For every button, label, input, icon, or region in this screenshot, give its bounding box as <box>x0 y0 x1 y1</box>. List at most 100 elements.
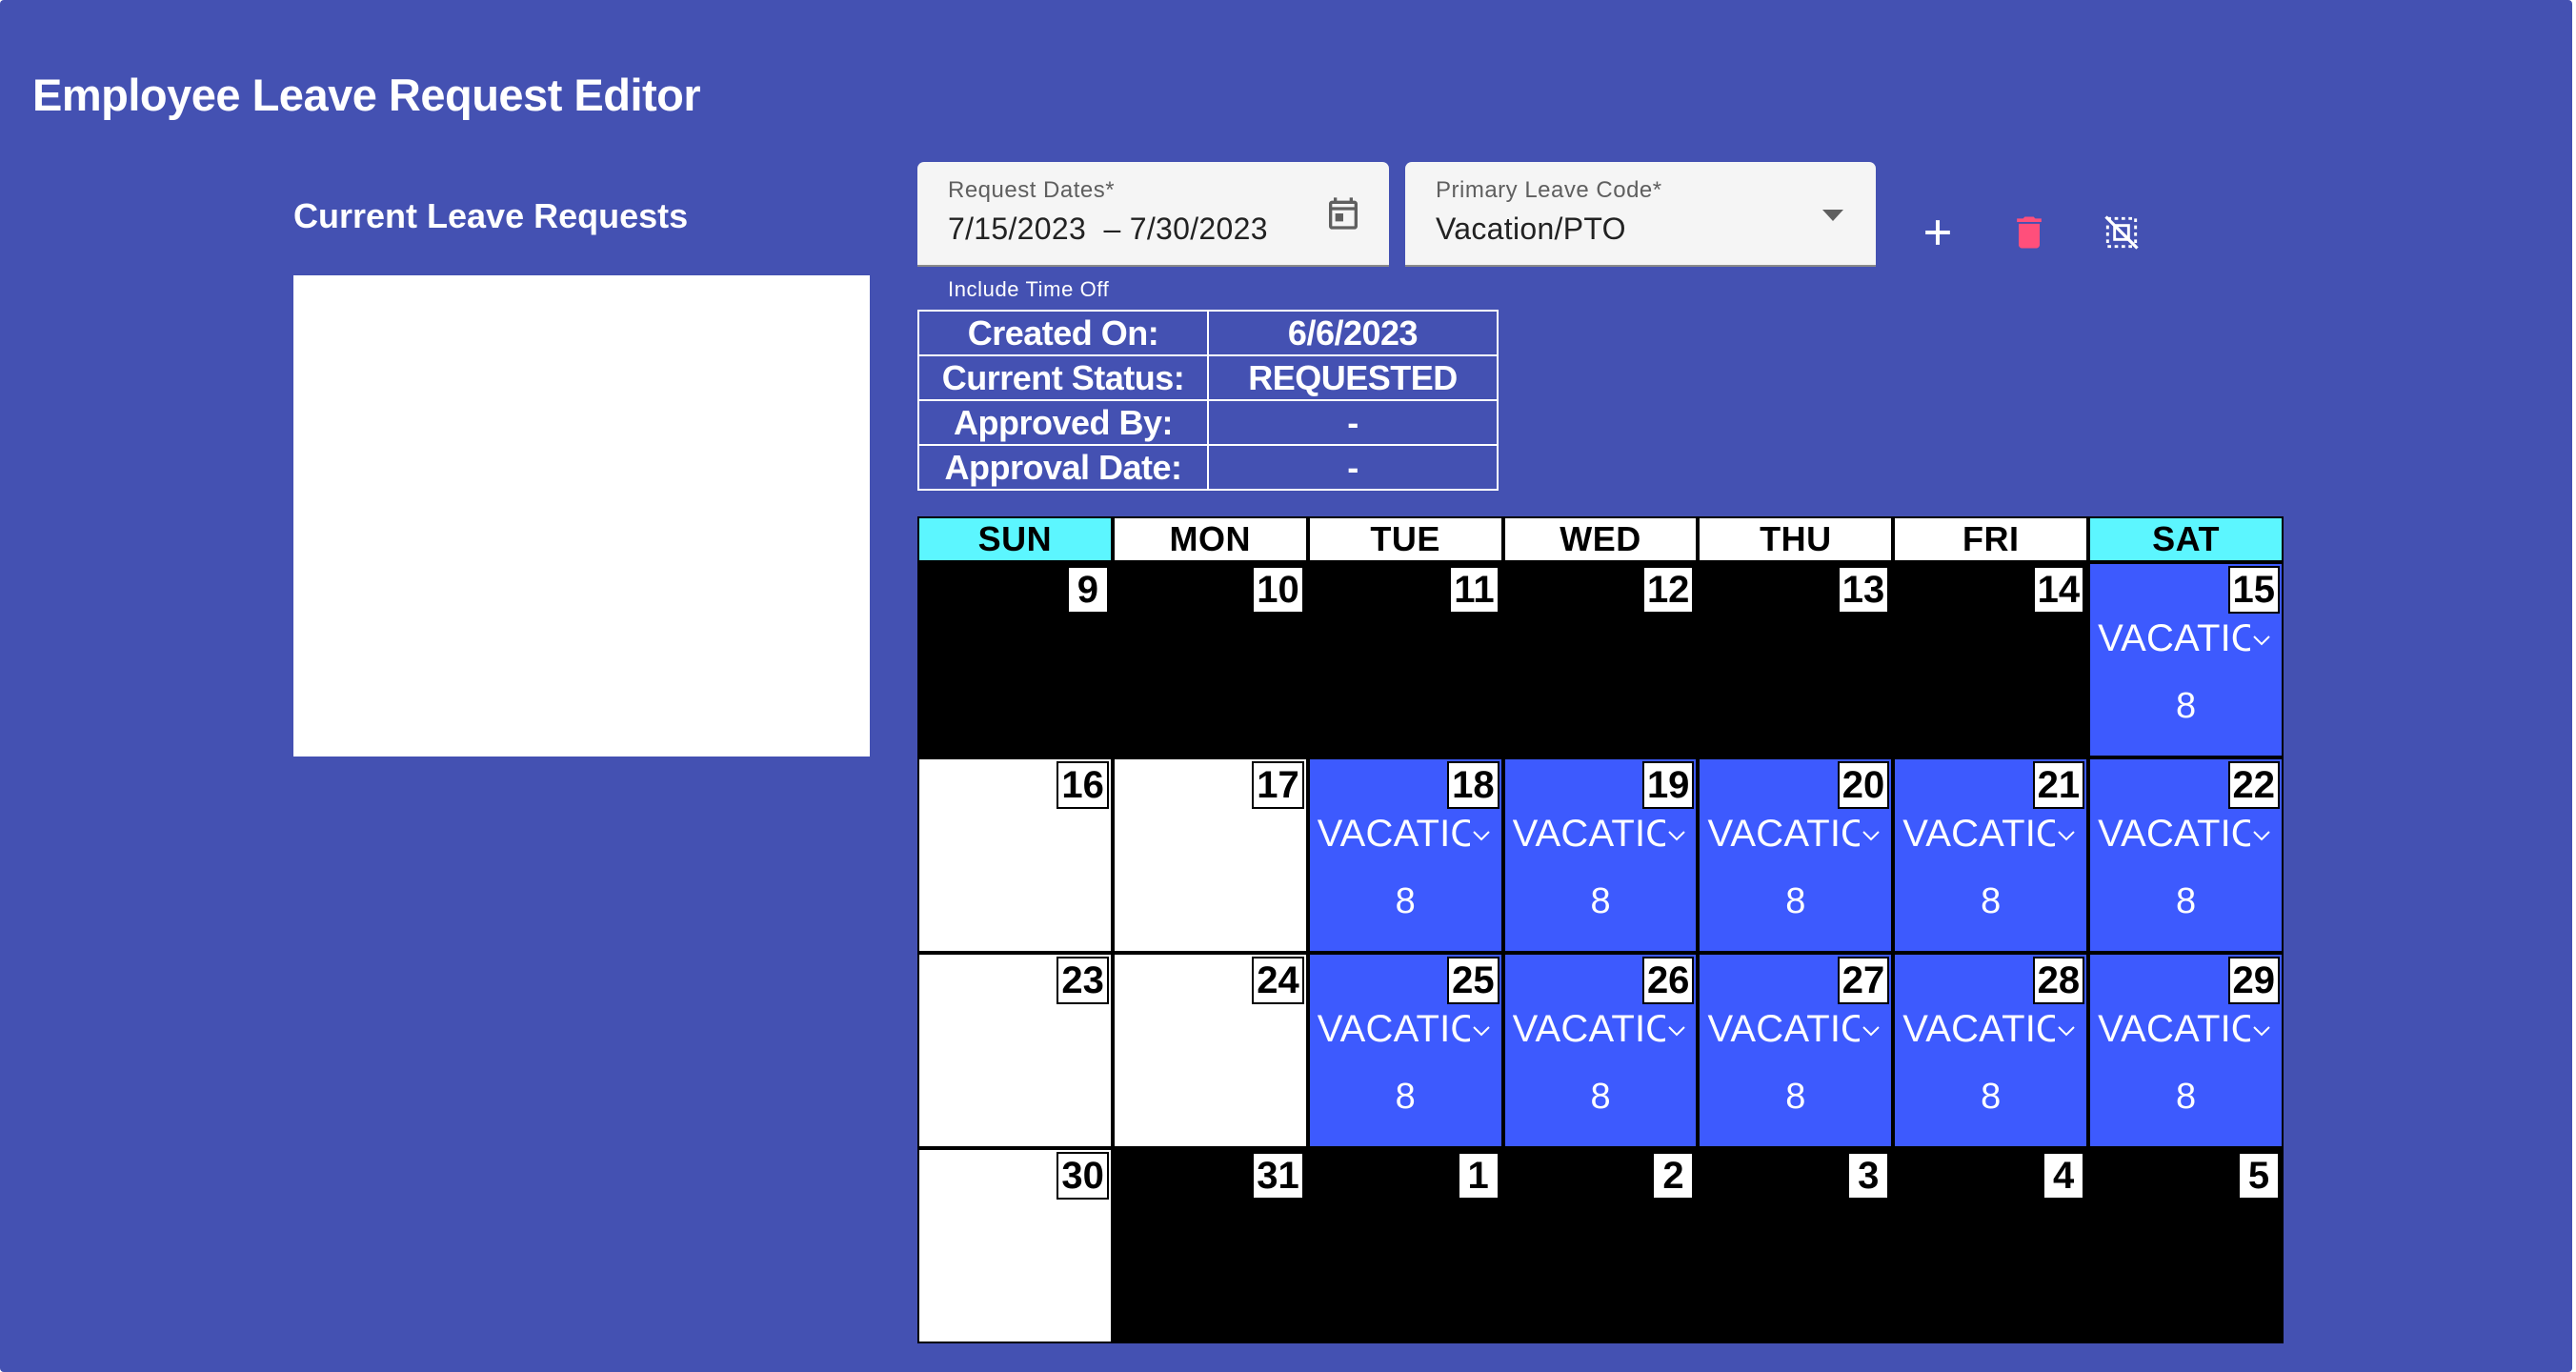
chevron-down-icon <box>1473 1026 1490 1037</box>
request-info-table: Created On: 6/6/2023 Current Status: REQ… <box>917 310 1499 491</box>
day-number: 11 <box>1449 566 1499 614</box>
leave-code-dropdown[interactable]: VACATION/PTO <box>1513 813 1694 857</box>
leave-hours[interactable]: 8 <box>2090 1077 2282 1118</box>
deselect-icon[interactable] <box>2101 212 2143 253</box>
day-number: 21 <box>2032 761 2085 809</box>
calendar-day-cell[interactable]: 22VACATION/PTO 8 <box>2088 757 2284 953</box>
calendar-week: 9 10 11 12 13 14 15VACATION/PTO 8 <box>917 562 2284 757</box>
day-number: 12 <box>1641 566 1695 614</box>
request-dates-label: Request Dates* <box>948 177 1116 203</box>
leave-code-dropdown[interactable]: VACATION/PTO <box>1318 813 1499 857</box>
day-header-sun: SUN <box>917 516 1113 562</box>
leave-code-text: VACATION/PTO <box>1512 1008 1665 1050</box>
day-number: 2 <box>1652 1152 1695 1200</box>
created-on-value: 6/6/2023 <box>1207 310 1499 356</box>
requests-list[interactable] <box>293 275 870 757</box>
info-row-status: Current Status: REQUESTED <box>917 354 1499 401</box>
calendar-header: SUN MON TUE WED THU FRI SAT <box>917 516 2284 562</box>
include-time-off-label: Include Time Off <box>948 277 1110 301</box>
calendar-day-cell[interactable]: 25VACATION/PTO 8 <box>1307 953 1503 1148</box>
calendar-week: 161718VACATION/PTO819VACATION/PTO820VACA… <box>917 757 2284 953</box>
requests-list-title: Current Leave Requests <box>293 196 689 235</box>
start-date-input[interactable]: 7/15/2023 <box>948 212 1086 246</box>
calendar-day-cell: 2 <box>1502 1148 1699 1343</box>
calendar-day-cell[interactable]: 17 <box>1112 757 1308 953</box>
leave-code-dropdown[interactable]: VACATION/PTO <box>1707 1008 1888 1052</box>
day-number: 14 <box>2032 566 2085 614</box>
leave-code-dropdown[interactable]: VACATION/PTO <box>2098 813 2279 857</box>
leave-hours[interactable]: 8 <box>1505 881 1697 922</box>
calendar-week: 30 31 1 2 3 4 5 <box>917 1148 2284 1343</box>
calendar-day-cell[interactable]: 29VACATION/PTO 8 <box>2088 953 2284 1148</box>
leave-code-dropdown[interactable]: VACATION/PTO <box>1707 813 1888 857</box>
created-on-label: Created On: <box>917 310 1209 356</box>
leave-editor-panel: Employee Leave Request Editor Current Le… <box>0 0 2572 1372</box>
day-number: 30 <box>1057 1152 1109 1200</box>
calendar-day-cell[interactable]: 23 <box>917 953 1113 1148</box>
calendar-day-cell[interactable]: 19VACATION/PTO 8 <box>1502 757 1699 953</box>
leave-hours[interactable]: 8 <box>1505 1077 1697 1118</box>
current-status-label: Current Status: <box>917 354 1209 401</box>
day-number: 15 <box>2227 566 2281 614</box>
calendar-day-cell[interactable]: 21VACATION/PTO 8 <box>1893 757 2089 953</box>
day-number: 16 <box>1057 761 1109 809</box>
calendar-day-cell[interactable]: 24 <box>1112 953 1308 1148</box>
leave-code-dropdown[interactable]: VACATION/PTO <box>1318 1008 1499 1052</box>
approved-by-value: - <box>1207 399 1499 446</box>
leave-code-dropdown[interactable]: VACATION/PTO <box>1902 813 2083 857</box>
calendar-day-cell: 10 <box>1112 562 1308 757</box>
current-status-value: REQUESTED <box>1207 354 1499 401</box>
request-dates-field[interactable]: Request Dates* 7/15/2023 – 7/30/2023 <box>917 162 1389 267</box>
range-separator: – <box>1103 212 1121 246</box>
calendar-day-cell[interactable]: 27VACATION/PTO 8 <box>1698 953 1894 1148</box>
calendar-day-cell[interactable]: 16 <box>917 757 1113 953</box>
chevron-down-icon <box>1862 831 1881 841</box>
leave-hours[interactable]: 8 <box>1700 1077 1891 1118</box>
calendar-day-cell[interactable]: 15VACATION/PTO 8 <box>2088 562 2284 757</box>
calendar-day-cell: 12 <box>1502 562 1699 757</box>
plus-icon[interactable] <box>1917 212 1959 253</box>
chevron-down-icon <box>1667 831 1685 841</box>
leave-code-text: VACATION/PTO <box>1317 1008 1470 1050</box>
leave-hours[interactable]: 8 <box>2090 686 2282 727</box>
info-row-created: Created On: 6/6/2023 <box>917 310 1499 356</box>
calendar-day-cell[interactable]: 30 <box>917 1148 1113 1343</box>
calendar-icon[interactable] <box>1324 192 1362 234</box>
leave-code-label: Primary Leave Code* <box>1436 177 1662 203</box>
calendar-day-cell: 4 <box>1893 1148 2089 1343</box>
leave-hours[interactable]: 8 <box>1310 881 1501 922</box>
calendar-day-cell[interactable]: 18VACATION/PTO 8 <box>1307 757 1503 953</box>
chevron-down-icon <box>1473 831 1490 841</box>
calendar-day-cell[interactable]: 28VACATION/PTO 8 <box>1893 953 2089 1148</box>
day-header-fri: FRI <box>1893 516 2089 562</box>
leave-hours[interactable]: 8 <box>1310 1077 1501 1118</box>
leave-code-dropdown[interactable]: VACATION/PTO <box>2098 1008 2279 1052</box>
leave-code-dropdown[interactable]: VACATION/PTO <box>2098 617 2279 661</box>
leave-hours[interactable]: 8 <box>1895 1077 2086 1118</box>
trash-icon[interactable] <box>2008 212 2050 253</box>
day-number: 3 <box>1847 1152 1890 1200</box>
day-number: 18 <box>1447 761 1499 809</box>
calendar-day-cell: 1 <box>1307 1148 1503 1343</box>
request-dates-value[interactable]: 7/15/2023 – 7/30/2023 <box>948 212 1268 247</box>
chevron-down-icon <box>2058 1026 2076 1037</box>
leave-calendar: SUN MON TUE WED THU FRI SAT 9 10 11 12 13 14 1… <box>917 516 2284 1343</box>
calendar-day-cell[interactable]: 20VACATION/PTO 8 <box>1698 757 1894 953</box>
leave-code-dropdown[interactable]: VACATION/PTO <box>1902 1008 2083 1052</box>
leave-hours[interactable]: 8 <box>2090 881 2282 922</box>
chevron-down-icon <box>2253 831 2270 841</box>
leave-code-text: VACATION/PTO <box>2098 813 2251 855</box>
day-number: 17 <box>1252 761 1304 809</box>
day-number: 27 <box>1837 957 1890 1004</box>
leave-code-dropdown[interactable]: VACATION/PTO <box>1513 1008 1694 1052</box>
chevron-down-icon <box>2058 831 2076 841</box>
leave-hours[interactable]: 8 <box>1700 881 1891 922</box>
leave-code-select[interactable]: Primary Leave Code* Vacation/PTO <box>1405 162 1876 267</box>
day-number: 19 <box>1641 761 1695 809</box>
calendar-day-cell[interactable]: 26VACATION/PTO 8 <box>1502 953 1699 1148</box>
end-date-input[interactable]: 7/30/2023 <box>1130 212 1268 246</box>
chevron-down-icon[interactable] <box>1822 210 1843 221</box>
leave-hours[interactable]: 8 <box>1895 881 2086 922</box>
chevron-down-icon <box>1862 1026 1881 1037</box>
day-number: 26 <box>1641 957 1695 1004</box>
